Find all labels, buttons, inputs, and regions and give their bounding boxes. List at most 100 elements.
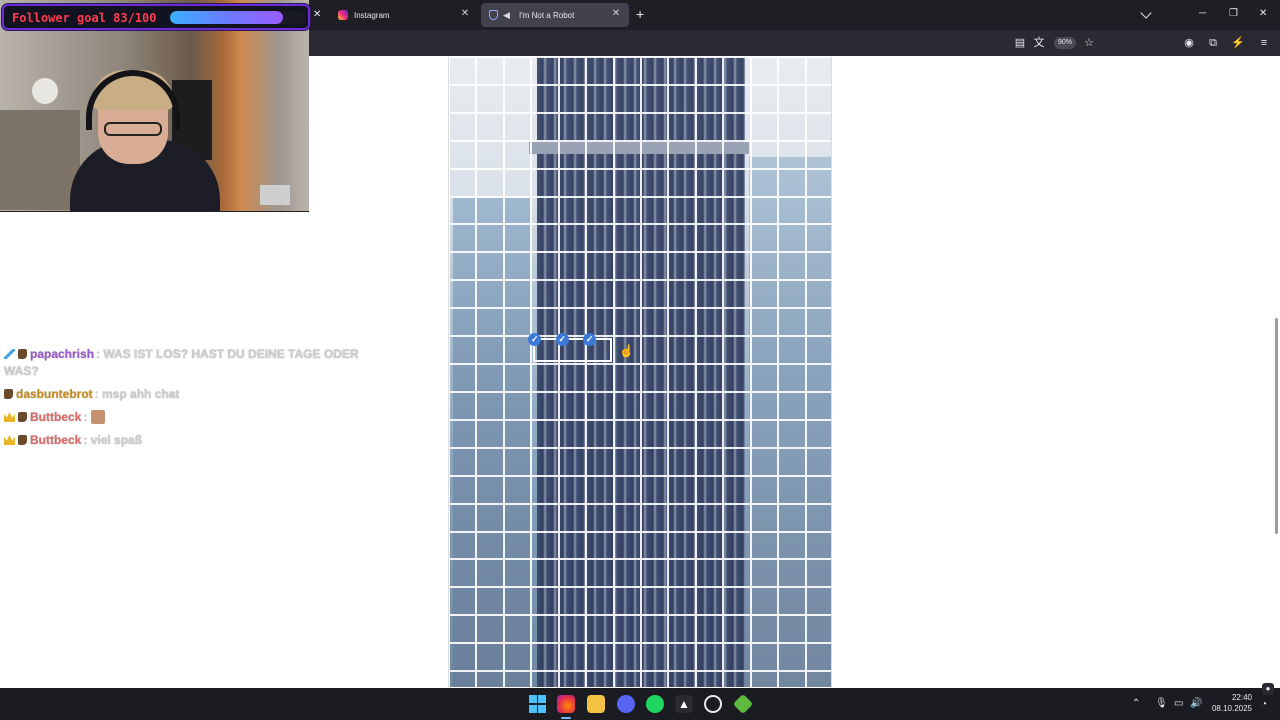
captcha-tile[interactable] xyxy=(531,280,559,309)
captcha-tile[interactable] xyxy=(503,447,532,476)
captcha-tile[interactable] xyxy=(805,587,831,616)
captcha-tile[interactable] xyxy=(805,336,831,365)
captcha-tile[interactable] xyxy=(668,84,696,113)
captcha-tile[interactable] xyxy=(723,252,751,281)
captcha-tile[interactable] xyxy=(750,112,779,141)
captcha-tile[interactable] xyxy=(586,559,614,588)
captcha-tile[interactable] xyxy=(531,308,559,337)
notification-icon[interactable]: ◔ xyxy=(1261,698,1267,712)
captcha-tile[interactable] xyxy=(695,196,724,225)
captcha-tile[interactable] xyxy=(668,280,696,309)
captcha-tile[interactable] xyxy=(531,168,559,197)
captcha-tile[interactable] xyxy=(531,196,559,225)
captcha-tile[interactable] xyxy=(750,196,779,225)
captcha-tile[interactable] xyxy=(476,587,504,616)
captcha-tile[interactable] xyxy=(586,280,614,309)
captcha-tile[interactable] xyxy=(668,643,696,672)
captcha-tile[interactable] xyxy=(503,112,532,141)
captcha-tile[interactable] xyxy=(750,140,779,169)
captcha-tile[interactable] xyxy=(695,57,724,85)
captcha-tile[interactable] xyxy=(558,531,587,560)
captcha-tile[interactable] xyxy=(586,503,614,532)
captcha-tile[interactable] xyxy=(750,84,779,113)
captcha-tile[interactable] xyxy=(449,196,477,225)
captcha-tile[interactable] xyxy=(668,419,696,448)
captcha-tile[interactable] xyxy=(668,364,696,392)
captcha-tile[interactable] xyxy=(586,252,614,281)
tab-instagram[interactable]: Instagram ✕ xyxy=(330,3,478,27)
captcha-tile[interactable] xyxy=(805,419,831,448)
captcha-tile[interactable] xyxy=(531,643,559,672)
captcha-tile[interactable] xyxy=(613,587,641,616)
captcha-tile[interactable] xyxy=(805,364,831,392)
captcha-tile[interactable] xyxy=(668,671,696,687)
captcha-tile[interactable] xyxy=(449,168,477,197)
captcha-tile[interactable] xyxy=(641,559,669,588)
captcha-tile[interactable] xyxy=(558,475,587,504)
zoom-level[interactable]: 90% xyxy=(1054,37,1077,49)
taskbar-clock[interactable]: 22:40 08.10.2025 xyxy=(1208,692,1252,714)
file-explorer-icon[interactable] xyxy=(587,695,605,713)
chat-username[interactable]: Buttbeck xyxy=(30,410,81,424)
captcha-tile[interactable] xyxy=(558,196,587,225)
captcha-tile[interactable] xyxy=(476,391,504,420)
captcha-tile[interactable] xyxy=(503,336,532,365)
captcha-tile[interactable] xyxy=(531,84,559,113)
captcha-tile[interactable] xyxy=(476,643,504,672)
captcha-tile[interactable] xyxy=(695,643,724,672)
captcha-tile[interactable] xyxy=(695,112,724,141)
captcha-tile[interactable] xyxy=(558,671,587,687)
captcha-tile[interactable] xyxy=(531,57,559,85)
captcha-tile[interactable] xyxy=(805,196,831,225)
captcha-tile[interactable] xyxy=(558,252,587,281)
captcha-tile[interactable] xyxy=(778,531,806,560)
captcha-tile[interactable] xyxy=(668,308,696,337)
captcha-tile[interactable] xyxy=(695,280,724,309)
microphone-icon[interactable]: 🎙 xyxy=(1155,697,1168,711)
captcha-tile[interactable] xyxy=(613,475,641,504)
captcha-tile[interactable] xyxy=(668,447,696,476)
captcha-tile[interactable] xyxy=(503,252,532,281)
captcha-tile[interactable] xyxy=(641,419,669,448)
captcha-tile[interactable] xyxy=(805,84,831,113)
captcha-tile[interactable] xyxy=(449,475,477,504)
captcha-tile[interactable] xyxy=(558,280,587,309)
captcha-tile[interactable] xyxy=(723,447,751,476)
captcha-tile[interactable] xyxy=(558,503,587,532)
captcha-tile[interactable] xyxy=(613,140,641,169)
captcha-tile[interactable] xyxy=(805,447,831,476)
volume-icon[interactable]: 🔊 xyxy=(1190,697,1202,711)
captcha-tile[interactable] xyxy=(449,57,477,85)
captcha-tile[interactable] xyxy=(503,615,532,644)
captcha-tile[interactable] xyxy=(695,364,724,392)
captcha-tile[interactable] xyxy=(558,419,587,448)
tray-expand-chevron-icon[interactable]: ⌃ xyxy=(1132,697,1140,711)
captcha-tile[interactable] xyxy=(449,503,477,532)
minimize-icon[interactable]: ─ xyxy=(1199,8,1206,20)
captcha-tile[interactable] xyxy=(805,224,831,253)
captcha-tile[interactable] xyxy=(503,671,532,687)
captcha-tile[interactable] xyxy=(805,531,831,560)
captcha-tile[interactable] xyxy=(503,587,532,616)
captcha-tile[interactable] xyxy=(613,84,641,113)
captcha-tile[interactable] xyxy=(778,475,806,504)
captcha-tile[interactable] xyxy=(613,364,641,392)
captcha-tile[interactable] xyxy=(476,140,504,169)
captcha-tile[interactable] xyxy=(586,643,614,672)
captcha-tile[interactable] xyxy=(641,168,669,197)
captcha-tile[interactable] xyxy=(668,559,696,588)
captcha-tile[interactable] xyxy=(586,168,614,197)
captcha-tile[interactable] xyxy=(805,615,831,644)
captcha-tile[interactable] xyxy=(668,336,696,365)
extension-icon[interactable]: ⚡ xyxy=(1231,36,1245,50)
captcha-tile[interactable] xyxy=(695,252,724,281)
captcha-tile[interactable] xyxy=(750,643,779,672)
captcha-tile[interactable] xyxy=(586,531,614,560)
captcha-tile[interactable] xyxy=(641,587,669,616)
network-icon[interactable]: ▭ xyxy=(1174,697,1183,711)
captcha-tile[interactable] xyxy=(641,503,669,532)
captcha-tile[interactable] xyxy=(668,587,696,616)
captcha-tile[interactable] xyxy=(778,391,806,420)
captcha-tile[interactable] xyxy=(586,419,614,448)
captcha-tile[interactable] xyxy=(805,168,831,197)
